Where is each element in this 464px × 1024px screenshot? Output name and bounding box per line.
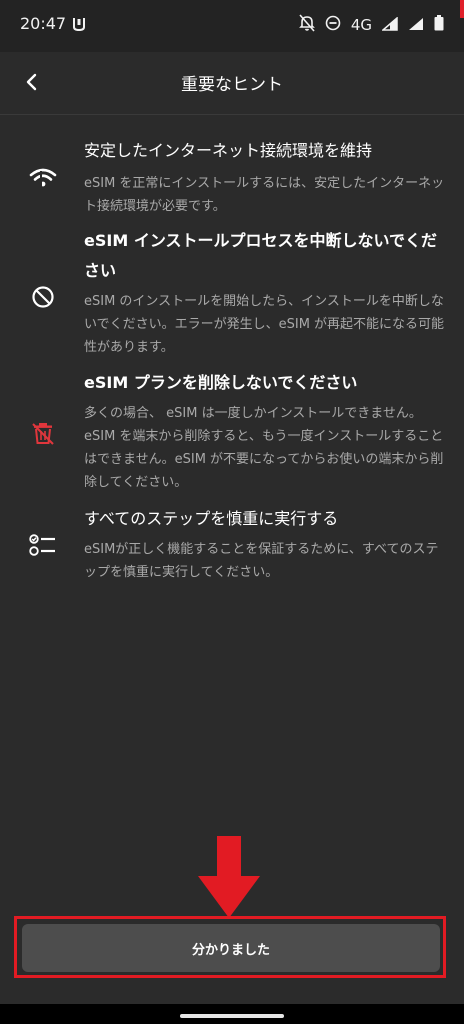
status-time: 20:47	[20, 14, 67, 33]
header-divider	[0, 114, 464, 115]
trash-off-icon	[28, 418, 58, 448]
red-corner-mark	[460, 0, 464, 18]
battery-icon	[434, 15, 444, 35]
tip-title: すべてのステップを慎重に実行する	[84, 509, 339, 528]
notifications-off-icon	[298, 14, 315, 36]
signal-icon	[408, 16, 424, 35]
status-icons: 4G	[298, 14, 444, 36]
tip-body: eSIM を正常にインストールするには、安定したインターネット接続環境が必要です…	[84, 176, 445, 214]
confirm-button[interactable]: 分かりました	[22, 924, 440, 972]
tip-title: eSIM インストールプロセスを中断しないでください	[84, 231, 438, 280]
block-icon	[28, 282, 58, 312]
home-indicator[interactable]	[180, 1014, 284, 1018]
page-title: 重要なヒント	[181, 75, 283, 95]
app-header: 重要なヒント	[0, 52, 464, 112]
tip-title: eSIM プランを削除しないでください	[84, 373, 358, 392]
status-bar: 20:47 4G	[0, 0, 464, 52]
signal-icon	[380, 15, 398, 35]
mi-icon	[72, 16, 86, 36]
checklist-icon	[28, 530, 58, 560]
arrow-down-icon	[194, 836, 264, 920]
do-not-disturb-icon	[325, 15, 341, 35]
tip-title: 安定したインターネット接続環境を維持	[84, 141, 373, 160]
wifi-off-icon	[28, 164, 58, 194]
tip-body: 多くの場合、 eSIM は一度しかインストールできません。eSIM を端末から削…	[84, 406, 444, 490]
tip-body: eSIMが正しく機能することを保証するために、すべてのステップを慎重に実行してく…	[84, 542, 439, 580]
network-type: 4G	[350, 16, 372, 34]
tip-body: eSIM のインストールを開始したら、インストールを中断しないでください。エラー…	[84, 294, 445, 355]
